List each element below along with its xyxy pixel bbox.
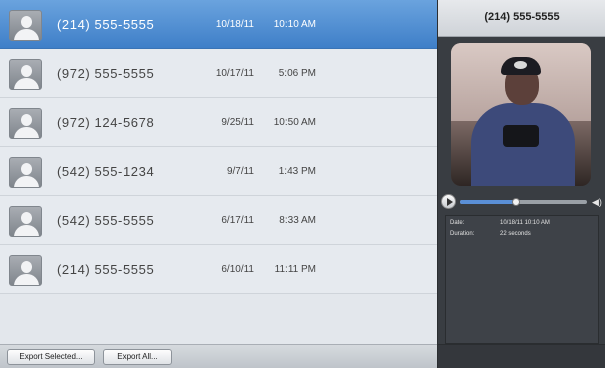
call-time: 10:10 AM	[273, 19, 316, 30]
call-time: 1:43 PM	[278, 166, 316, 177]
call-time: 8:33 AM	[279, 215, 316, 226]
detail-footer	[438, 344, 605, 368]
export-all-button[interactable]: Export All...	[103, 349, 172, 365]
call-phone-number: (542) 555-1234	[57, 164, 155, 179]
call-row[interactable]: (972) 124-5678 9/25/11 10:50 AM	[0, 98, 437, 147]
call-phone-number: (972) 124-5678	[57, 115, 155, 130]
call-phone-number: (214) 555-5555	[57, 262, 155, 277]
duration-value: 22 seconds	[500, 231, 531, 237]
call-date: 9/25/11	[221, 117, 254, 128]
contact-avatar-icon	[9, 59, 42, 90]
call-row[interactable]: (542) 555-5555 6/17/11 8:33 AM	[0, 196, 437, 245]
call-date: 10/17/11	[215, 68, 254, 79]
contact-photo	[451, 43, 591, 186]
call-row[interactable]: (972) 555-5555 10/17/11 5:06 PM	[0, 49, 437, 98]
contact-avatar-icon	[9, 10, 42, 41]
call-date: 10/18/11	[215, 19, 254, 30]
call-info-box: Date: 10/18/11 10:10 AM Duration: 22 sec…	[445, 215, 599, 344]
call-date: 9/7/11	[226, 166, 254, 177]
export-toolbar: Export Selected... Export All...	[0, 344, 437, 368]
playback-knob[interactable]	[511, 198, 520, 206]
call-phone-number: (214) 555-5555	[57, 17, 155, 32]
call-date: 6/10/11	[221, 264, 254, 275]
detail-title: (214) 555-5555	[438, 0, 605, 37]
call-date: 6/17/11	[221, 215, 254, 226]
date-value: 10/18/11 10:10 AM	[500, 220, 550, 226]
call-time: 10:50 AM	[273, 117, 316, 128]
call-time: 11:11 PM	[274, 264, 316, 275]
call-phone-number: (972) 555-5555	[57, 66, 155, 81]
contact-avatar-icon	[9, 255, 42, 286]
audio-player: ◀)	[441, 193, 603, 211]
call-row[interactable]: (214) 555-5555 10/18/11 10:10 AM	[0, 0, 437, 49]
call-phone-number: (542) 555-5555	[57, 213, 155, 228]
contact-avatar-icon	[9, 108, 42, 139]
date-label: Date:	[450, 220, 465, 226]
playback-progress	[460, 200, 516, 204]
call-detail-pane: (214) 555-5555 ◀) Date: 10/18/11 10:10 A…	[437, 0, 605, 368]
export-selected-button[interactable]: Export Selected...	[7, 349, 95, 365]
duration-label: Duration:	[450, 231, 475, 237]
call-row[interactable]: (542) 555-1234 9/7/11 1:43 PM	[0, 147, 437, 196]
call-row[interactable]: (214) 555-5555 6/10/11 11:11 PM	[0, 245, 437, 294]
play-icon[interactable]	[441, 194, 456, 209]
contact-avatar-icon	[9, 157, 42, 188]
call-time: 5:06 PM	[278, 68, 316, 79]
call-list: (214) 555-5555 10/18/11 10:10 AM (972) 5…	[0, 0, 437, 344]
contact-avatar-icon	[9, 206, 42, 237]
volume-icon[interactable]: ◀)	[592, 197, 602, 207]
playback-slider[interactable]	[460, 198, 587, 206]
